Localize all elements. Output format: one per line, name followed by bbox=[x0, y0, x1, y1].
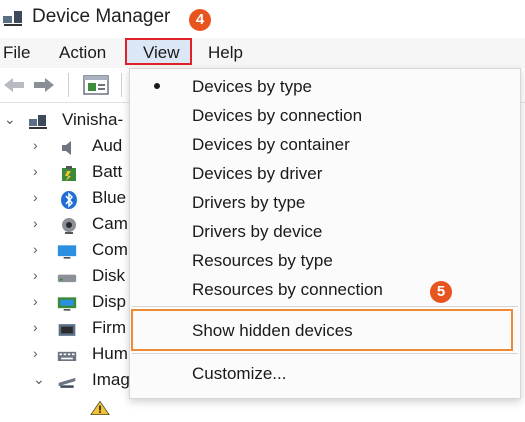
menu-item-devices-by-driver[interactable]: Devices by driver bbox=[192, 164, 322, 184]
menu-item-resources-by-connection[interactable]: Resources by connection bbox=[192, 280, 383, 300]
tree-item-display-adapters[interactable]: › Disp bbox=[0, 290, 130, 318]
menu-item-drivers-by-device[interactable]: Drivers by device bbox=[192, 222, 322, 242]
tree-item-label: Cam bbox=[92, 214, 128, 233]
menu-bar: File Action Help bbox=[0, 38, 525, 68]
back-arrow-icon[interactable] bbox=[2, 75, 26, 95]
chevron-right-icon[interactable]: › bbox=[33, 215, 38, 231]
tree-item-label: Disk bbox=[92, 266, 126, 285]
tree-item-batteries[interactable]: › Batt bbox=[0, 160, 130, 188]
speaker-icon bbox=[62, 141, 71, 155]
tree-item-label: Imag bbox=[92, 370, 130, 389]
tree-item-label: Aud bbox=[92, 136, 123, 155]
window-title: Device Manager bbox=[32, 6, 171, 27]
monitor-icon bbox=[57, 245, 77, 259]
chevron-right-icon[interactable]: › bbox=[33, 319, 38, 335]
step-badge-4: 4 bbox=[189, 9, 211, 31]
tree-item-human-interface[interactable]: › Hum bbox=[0, 342, 130, 370]
warning-icon bbox=[90, 400, 110, 415]
selected-bullet-icon bbox=[154, 83, 160, 89]
tree-item-imaging[interactable]: ⌄ Imag bbox=[0, 368, 130, 396]
chevron-right-icon[interactable]: › bbox=[33, 137, 38, 153]
menu-item-drivers-by-type[interactable]: Drivers by type bbox=[192, 193, 305, 213]
bluetooth-icon bbox=[61, 191, 77, 209]
tree-root-label: Vinisha- bbox=[62, 110, 124, 129]
chevron-down-icon[interactable]: ⌄ bbox=[4, 111, 16, 128]
battery-icon bbox=[62, 166, 76, 181]
chevron-right-icon[interactable]: › bbox=[33, 293, 38, 309]
tree-item-firmware[interactable]: › Firm bbox=[0, 316, 130, 344]
tree-item-disk-drives[interactable]: › Disk bbox=[0, 264, 130, 292]
tree-root[interactable]: ⌄ Vinisha- bbox=[0, 108, 130, 136]
chevron-right-icon[interactable]: › bbox=[33, 163, 38, 179]
title-bar: Device Manager bbox=[0, 0, 525, 36]
toolbar-separator bbox=[121, 73, 122, 97]
tree-item-label: Blue bbox=[92, 188, 127, 207]
tree-item-label: Hum bbox=[92, 344, 128, 363]
tree-item-warning-device[interactable] bbox=[0, 394, 130, 422]
menu-item-customize[interactable]: Customize... bbox=[192, 364, 286, 384]
scanner-icon bbox=[58, 377, 76, 388]
toolbar-separator bbox=[68, 73, 69, 97]
tree-item-label: Com bbox=[92, 240, 128, 259]
menu-item-resources-by-type[interactable]: Resources by type bbox=[192, 251, 333, 271]
show-hidden-highlight bbox=[131, 309, 513, 351]
tree-item-label: Disp bbox=[92, 292, 127, 311]
tree-item-cameras[interactable]: › Cam bbox=[0, 212, 130, 240]
chevron-right-icon[interactable]: › bbox=[33, 241, 38, 257]
menu-action[interactable]: Action bbox=[59, 43, 106, 63]
chevron-right-icon[interactable]: › bbox=[33, 267, 38, 283]
menu-help[interactable]: Help bbox=[208, 43, 243, 63]
tree-item-bluetooth[interactable]: › Blue bbox=[0, 186, 130, 214]
device-manager-icon bbox=[3, 11, 22, 26]
chevron-down-icon[interactable]: ⌄ bbox=[33, 371, 45, 388]
chevron-right-icon[interactable]: › bbox=[33, 189, 38, 205]
disk-icon bbox=[57, 274, 77, 283]
computer-icon bbox=[29, 115, 47, 129]
keyboard-icon bbox=[57, 351, 77, 361]
menu-item-devices-by-type[interactable]: Devices by type bbox=[192, 77, 312, 97]
menu-item-devices-by-connection[interactable]: Devices by connection bbox=[192, 106, 362, 126]
menu-separator bbox=[132, 306, 518, 307]
tree-item-label: Firm bbox=[92, 318, 126, 337]
menu-separator bbox=[132, 353, 518, 354]
device-tree: ⌄ Vinisha- › Aud › Batt › Blue › Cam › C… bbox=[0, 104, 130, 416]
display-icon bbox=[57, 297, 77, 311]
camera-icon bbox=[62, 218, 76, 234]
menu-file[interactable]: File bbox=[3, 43, 30, 63]
chevron-right-icon[interactable]: › bbox=[33, 345, 38, 361]
chip-icon bbox=[58, 324, 76, 336]
tree-item-label: Batt bbox=[92, 162, 123, 181]
step-badge-5: 5 bbox=[430, 281, 452, 303]
properties-icon[interactable] bbox=[83, 74, 109, 96]
menu-view[interactable]: View bbox=[143, 43, 180, 63]
menu-item-devices-by-container[interactable]: Devices by container bbox=[192, 135, 350, 155]
forward-arrow-icon[interactable] bbox=[32, 75, 56, 95]
tree-item-audio[interactable]: › Aud bbox=[0, 134, 130, 162]
tree-item-computer[interactable]: › Com bbox=[0, 238, 130, 266]
